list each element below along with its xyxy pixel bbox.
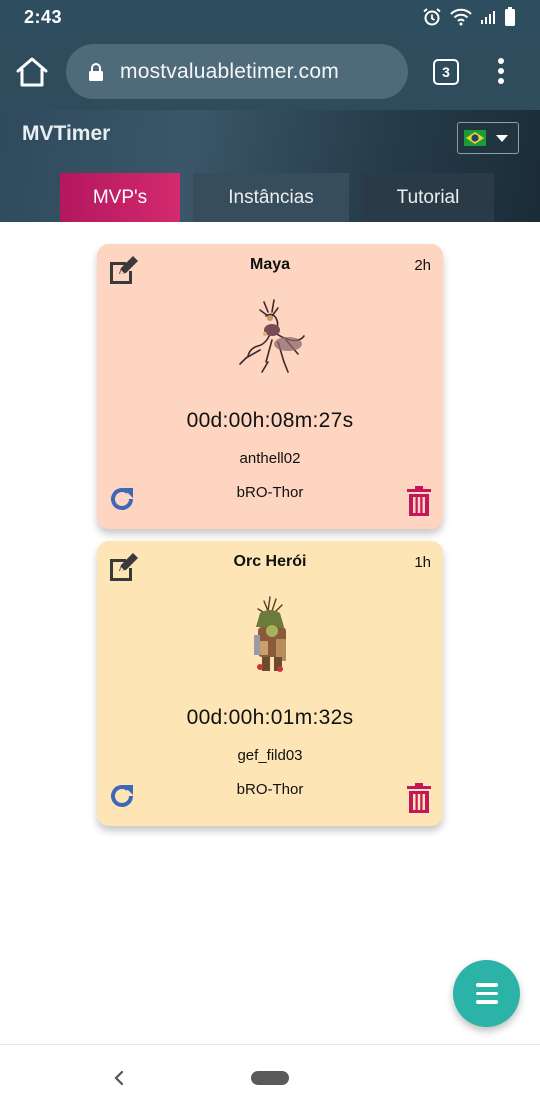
map-name: gef_fild03 [237, 747, 303, 764]
map-name: anthell02 [239, 450, 301, 467]
refresh-icon[interactable] [107, 781, 137, 811]
brazil-flag-icon [464, 130, 486, 146]
menu-icon [475, 983, 498, 987]
respawn-time: 2h [414, 257, 431, 274]
battery-icon [505, 7, 515, 26]
signal-icon [481, 11, 495, 24]
home-icon[interactable] [14, 56, 50, 88]
app-header: MVTimer MVP's Instâncias Tutorial [0, 110, 540, 222]
tab-instancias[interactable]: Instâncias [193, 173, 349, 222]
server-name: bRO-Thor [236, 484, 304, 501]
mvp-name: Orc Herói [233, 553, 307, 570]
chevron-down-icon [496, 134, 508, 142]
countdown-timer: 00d:00h:01m:32s [186, 706, 354, 729]
url-text: mostvaluabletimer.com [120, 59, 339, 83]
orc-heroi-sprite [254, 596, 286, 672]
tab-tutorial[interactable]: Tutorial [362, 173, 494, 222]
browser-toolbar: mostvaluabletimer.com 3 [0, 34, 540, 110]
menu-fab-button[interactable] [453, 960, 520, 1027]
refresh-icon[interactable] [107, 484, 137, 514]
kebab-menu-icon[interactable] [494, 56, 508, 86]
trash-icon[interactable] [407, 486, 431, 516]
back-icon[interactable] [112, 1069, 126, 1087]
server-name: bRO-Thor [236, 781, 304, 798]
language-select[interactable] [457, 122, 519, 154]
trash-icon[interactable] [407, 783, 431, 813]
app-title: MVTimer [22, 122, 111, 145]
status-bar: 2:43 [0, 0, 540, 34]
wifi-icon [450, 8, 472, 26]
countdown-timer: 00d:00h:08m:27s [186, 409, 354, 432]
nav-tabs: MVP's Instâncias Tutorial [60, 173, 494, 222]
system-navigation-bar [0, 1044, 540, 1110]
home-pill[interactable] [251, 1071, 289, 1085]
mvp-card-maya: Maya 2h 00d:00h:08m:27s anthell02 bRO-Th… [97, 244, 443, 529]
status-time: 2:43 [24, 6, 63, 27]
tabs-count-button[interactable]: 3 [433, 59, 459, 85]
alarm-icon [423, 8, 441, 26]
mvp-name: Maya [249, 256, 291, 273]
lock-icon [89, 62, 103, 81]
tab-mvps[interactable]: MVP's [60, 173, 180, 222]
mvp-card-orc-heroi: Orc Herói 1h 00d:00h:01m:32s gef_fild03 … [97, 541, 443, 826]
status-icons [422, 7, 516, 27]
address-bar[interactable]: mostvaluabletimer.com [66, 44, 408, 99]
maya-sprite [239, 299, 305, 373]
respawn-time: 1h [414, 554, 431, 571]
